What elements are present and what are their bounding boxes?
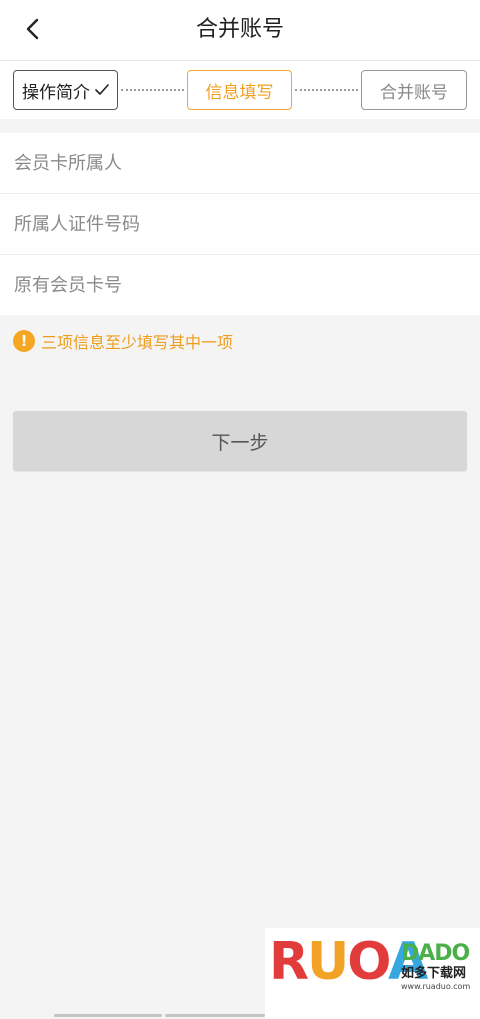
notice-text: 三项信息至少填写其中一项 xyxy=(41,333,234,352)
check-icon xyxy=(95,84,109,96)
step-label: 信息填写 xyxy=(205,82,274,103)
home-indicator xyxy=(54,1014,162,1017)
step-merge-account[interactable]: 合并账号 xyxy=(361,70,467,110)
watermark-cn: 如多下载网 xyxy=(401,966,467,981)
form-notice: ! 三项信息至少填写其中一项 xyxy=(13,328,233,354)
original-card-number-input[interactable] xyxy=(14,255,464,315)
form-row xyxy=(0,255,480,315)
step-connector xyxy=(295,89,358,91)
step-label: 操作简介 xyxy=(22,82,90,103)
exclamation-icon: ! xyxy=(13,330,35,352)
site-watermark: RUOA DADO 如多下载网 www.ruaduo.com xyxy=(265,928,480,1019)
merge-account-form xyxy=(0,133,480,315)
owner-id-number-input[interactable] xyxy=(14,194,464,254)
step-label: 合并账号 xyxy=(380,82,448,103)
home-indicator xyxy=(165,1014,265,1017)
page-title: 合并账号 xyxy=(195,17,284,42)
step-connector xyxy=(121,89,184,91)
step-fill-info[interactable]: 信息填写 xyxy=(187,70,292,110)
watermark-url: www.ruaduo.com xyxy=(401,982,471,991)
form-row xyxy=(0,133,480,194)
watermark-brand: DADO xyxy=(401,941,470,966)
next-step-button[interactable]: 下一步 xyxy=(13,411,467,471)
form-row xyxy=(0,194,480,255)
section-gap xyxy=(0,119,480,133)
step-intro[interactable]: 操作简介 xyxy=(13,70,118,110)
card-owner-input[interactable] xyxy=(14,133,464,193)
top-nav-bar: 合并账号 xyxy=(0,0,480,61)
step-indicator: 操作简介 信息填写 合并账号 xyxy=(0,61,480,119)
